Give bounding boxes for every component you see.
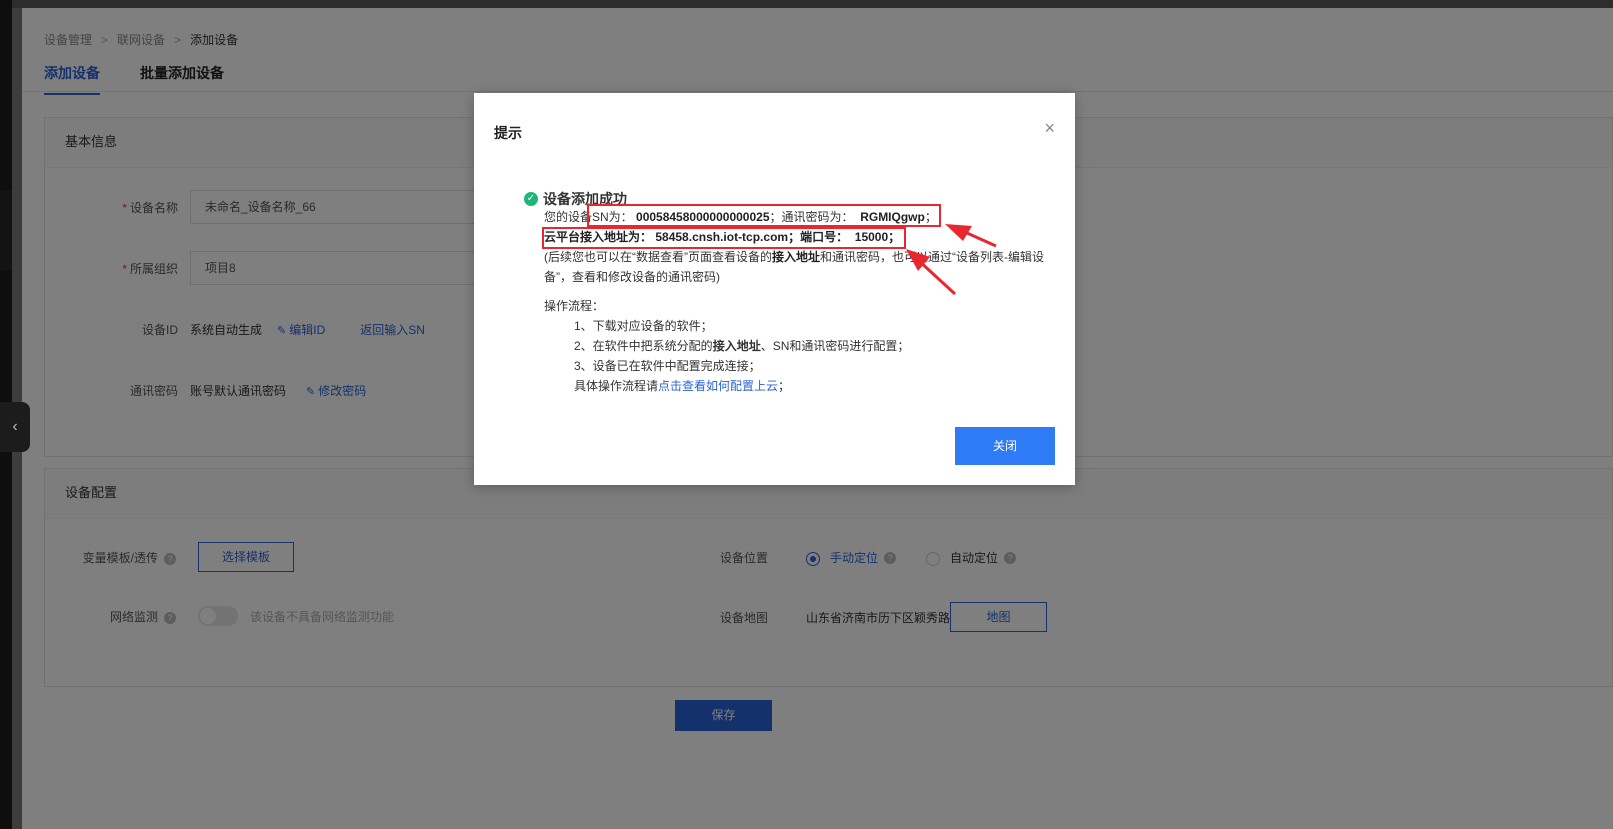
step-list: 1、下载对应设备的软件； 2、在软件中把系统分配的接入地址、SN和通讯密码进行配… (574, 316, 909, 396)
step-item: 1、下载对应设备的软件； (574, 319, 713, 333)
step-item: 具体操作流程请点击查看如何配置上云； (574, 379, 791, 393)
note-line-1: (后续您也可以在“数据查看”页面查看设备的接入地址和通讯密码，也可以通过“设备列… (544, 250, 1045, 264)
chevron-left-icon[interactable]: ‹ (0, 402, 30, 452)
step-item: 2、在软件中把系统分配的接入地址、SN和通讯密码进行配置； (574, 339, 910, 353)
config-guide-link[interactable]: 点击查看如何配置上云 (658, 379, 778, 393)
note-line-2: 备”，查看和修改设备的通讯密码) (544, 270, 720, 284)
dialog-title: 提示 (494, 125, 522, 141)
close-button[interactable]: 关闭 (955, 427, 1055, 465)
close-icon[interactable]: × (1044, 119, 1055, 137)
success-dialog: 提示 × ✓ 设备添加成功 您的设备SN为： 00058458000000000… (474, 93, 1075, 485)
annotation-box-address (542, 227, 906, 249)
annotation-box-sn (587, 204, 941, 227)
check-circle-icon: ✓ (524, 192, 538, 206)
flow-title: 操作流程： (544, 299, 605, 313)
step-item: 3、设备已在软件中配置完成连接； (574, 359, 761, 373)
